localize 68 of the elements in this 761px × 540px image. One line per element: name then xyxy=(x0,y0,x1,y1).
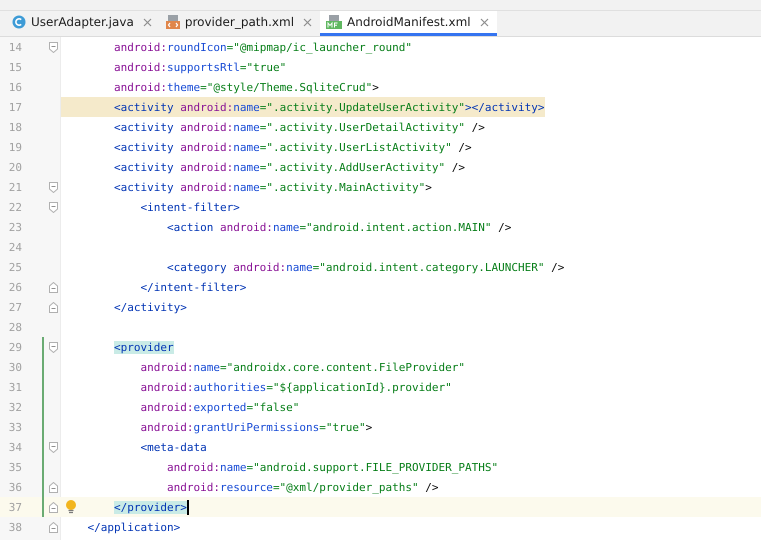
line-number: 26 xyxy=(8,280,22,294)
code-line: </activity> xyxy=(112,300,187,316)
code-line: android:supportsRtl="true" xyxy=(112,60,286,76)
fold-marker-icon[interactable] xyxy=(49,342,58,352)
code-line: <activity android:name=".activity.UserListActivity" /> xyxy=(112,140,472,156)
code-line: </application> xyxy=(86,520,180,536)
xml-file-icon xyxy=(166,15,180,29)
line-number: 22 xyxy=(8,200,22,214)
close-icon[interactable] xyxy=(480,18,489,26)
code-line: android:authorities="${applicationId}.provider" xyxy=(139,380,452,396)
editor-tab[interactable]: provider_path.xml xyxy=(160,11,320,36)
fold-marker-icon[interactable] xyxy=(49,42,58,52)
line-number: 30 xyxy=(8,360,22,374)
editor-tab[interactable]: UserAdapter.java xyxy=(6,11,160,36)
code-line: <intent-filter> xyxy=(139,200,240,216)
code-line: <meta-data xyxy=(139,440,207,456)
line-number: 31 xyxy=(8,380,22,394)
code-line: <category android:name="android.intent.category.LAUNCHER" /> xyxy=(166,260,564,276)
code-line: android:grantUriPermissions="true"> xyxy=(139,420,372,436)
code-line: <action android:name="android.intent.action.MAIN" /> xyxy=(166,220,512,236)
line-number: 14 xyxy=(8,40,22,54)
line-number: 15 xyxy=(8,60,22,74)
line-number: 21 xyxy=(8,180,22,194)
tab-label: provider_path.xml xyxy=(184,15,294,29)
code-line: android:name="android.support.FILE_PROVIDER_PATHS" xyxy=(166,460,498,476)
fold-marker-icon[interactable] xyxy=(49,502,58,512)
line-number: 24 xyxy=(8,240,22,254)
code-line: android:name="androidx.core.content.FileProvider" xyxy=(139,360,465,376)
fold-marker-icon[interactable] xyxy=(49,482,58,492)
line-number: 28 xyxy=(8,320,22,334)
fold-marker-icon[interactable] xyxy=(49,202,58,212)
line-number: 25 xyxy=(8,260,22,274)
line-number: 38 xyxy=(8,520,22,534)
code-line: </intent-filter> xyxy=(139,280,246,296)
line-number: 37 xyxy=(8,500,22,514)
line-number: 23 xyxy=(8,220,22,234)
code-line: android:resource="@xml/provider_paths" /> xyxy=(166,480,439,496)
editor-tab[interactable]: AndroidManifest.xml xyxy=(320,11,497,36)
fold-marker-icon[interactable] xyxy=(49,442,58,452)
close-icon[interactable] xyxy=(142,18,152,26)
tab-label: AndroidManifest.xml xyxy=(347,15,471,29)
fold-marker-icon[interactable] xyxy=(49,522,58,532)
code-line: android:roundIcon="@mipmap/ic_launcher_round" xyxy=(112,40,412,56)
fold-marker-icon[interactable] xyxy=(49,182,58,192)
line-number: 29 xyxy=(8,340,22,354)
line-number: 27 xyxy=(8,300,22,314)
code-line: <activity android:name=".activity.MainActivity"> xyxy=(112,180,432,196)
line-number: 20 xyxy=(8,160,22,174)
code-line: android:exported="false" xyxy=(139,400,300,416)
fold-marker-icon[interactable] xyxy=(49,302,58,312)
line-number: 33 xyxy=(8,420,22,434)
line-number: 34 xyxy=(8,440,22,454)
line-number: 35 xyxy=(8,460,22,474)
line-number: 16 xyxy=(8,80,22,94)
line-number: 19 xyxy=(8,140,22,154)
line-number: 32 xyxy=(8,400,22,414)
line-number: 18 xyxy=(8,120,22,134)
lightbulb-icon[interactable] xyxy=(65,500,77,514)
line-number: 17 xyxy=(8,100,22,114)
code-line: <activity android:name=".activity.UserDetailActivity" /> xyxy=(112,120,485,136)
line-number: 36 xyxy=(8,480,22,494)
tab-label: UserAdapter.java xyxy=(31,15,134,29)
code-line: android:theme="@style/Theme.SqliteCrud"> xyxy=(112,80,379,96)
close-icon[interactable] xyxy=(303,18,312,26)
manifest-file-icon xyxy=(326,15,342,29)
fold-marker-icon[interactable] xyxy=(49,282,58,292)
class-icon xyxy=(12,15,26,29)
code-line: <activity android:name=".activity.AddUserActivity" /> xyxy=(112,160,466,176)
